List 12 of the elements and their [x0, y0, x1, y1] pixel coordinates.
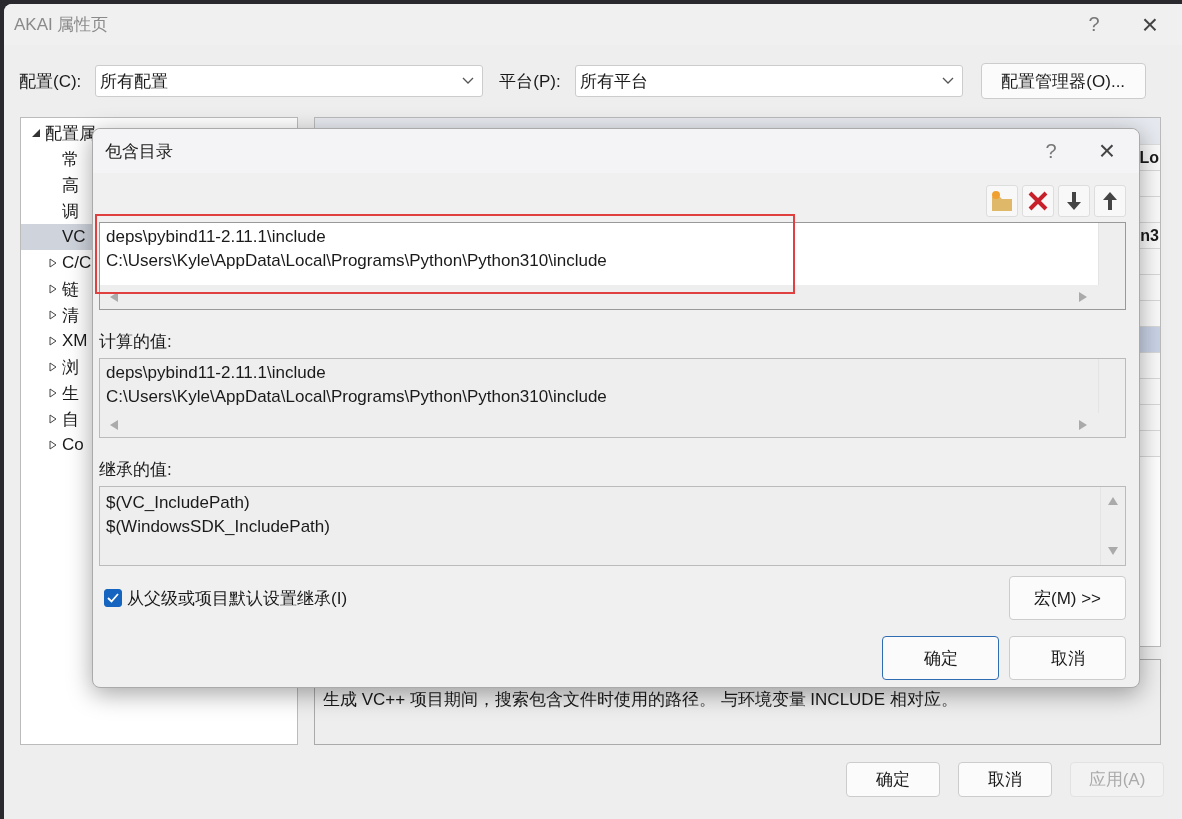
inherited-value: $(WindowsSDK_IncludePath)	[106, 516, 331, 538]
window-title: AKAI 属性页	[14, 14, 109, 36]
inherited-values-label: 继承的值:	[99, 459, 173, 481]
dialog-title: 包含目录	[105, 140, 173, 163]
computed-values-label: 计算的值:	[99, 331, 173, 353]
computed-value: C:\Users\Kyle\AppData\Local\Programs\Python\Python310\include	[106, 386, 608, 408]
config-label: 配置(C):	[19, 70, 82, 93]
checkbox-label: 从父级或项目默认设置继承(I)	[127, 587, 348, 610]
computed-value: deps\pybind11-2.11.1\include	[106, 362, 327, 384]
inherited-value: $(VC_IncludePath)	[106, 492, 251, 514]
description-text: 生成 VC++ 项目期间，搜索包含文件时使用的路径。 与环境变量 INCLUDE 相对应。	[323, 690, 958, 709]
platform-label: 平台(P):	[499, 70, 561, 93]
